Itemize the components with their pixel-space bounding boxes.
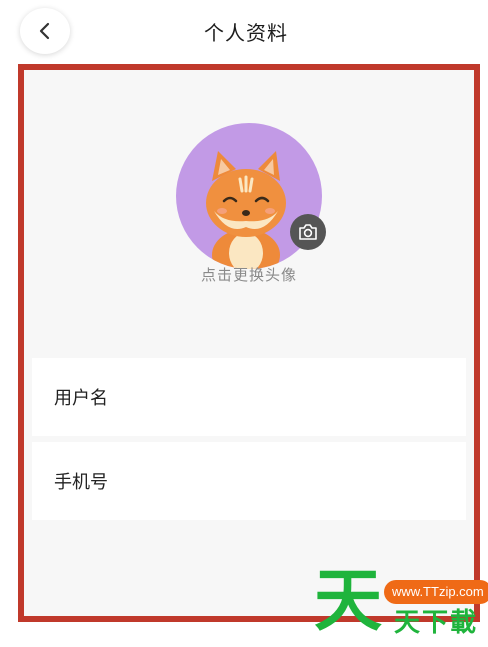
username-label: 用户名 (54, 388, 108, 409)
back-button[interactable] (20, 8, 70, 54)
highlight-frame: 点击更换头像 用户名 手机号 (18, 64, 480, 622)
phone-label: 手机号 (54, 472, 108, 493)
page-title: 个人资料 (204, 20, 288, 45)
chevron-left-icon (39, 22, 50, 40)
avatar-hint[interactable]: 点击更换头像 (24, 264, 474, 285)
site-watermark: 天 www.TTzip.com 天下載 (310, 562, 488, 647)
watermark-logo: 天 (314, 562, 383, 641)
watermark-text: 天下載 (394, 608, 479, 638)
profile-fields: 用户名 手机号 (32, 358, 466, 520)
watermark-url: www.TTzip.com (384, 580, 488, 604)
top-bar: 个人资料 (0, 0, 488, 62)
phone-row[interactable]: 手机号 (32, 442, 466, 520)
avatar-area[interactable] (176, 123, 326, 269)
change-avatar-button[interactable] (290, 214, 326, 250)
username-row[interactable]: 用户名 (32, 358, 466, 436)
camera-icon (299, 224, 317, 240)
